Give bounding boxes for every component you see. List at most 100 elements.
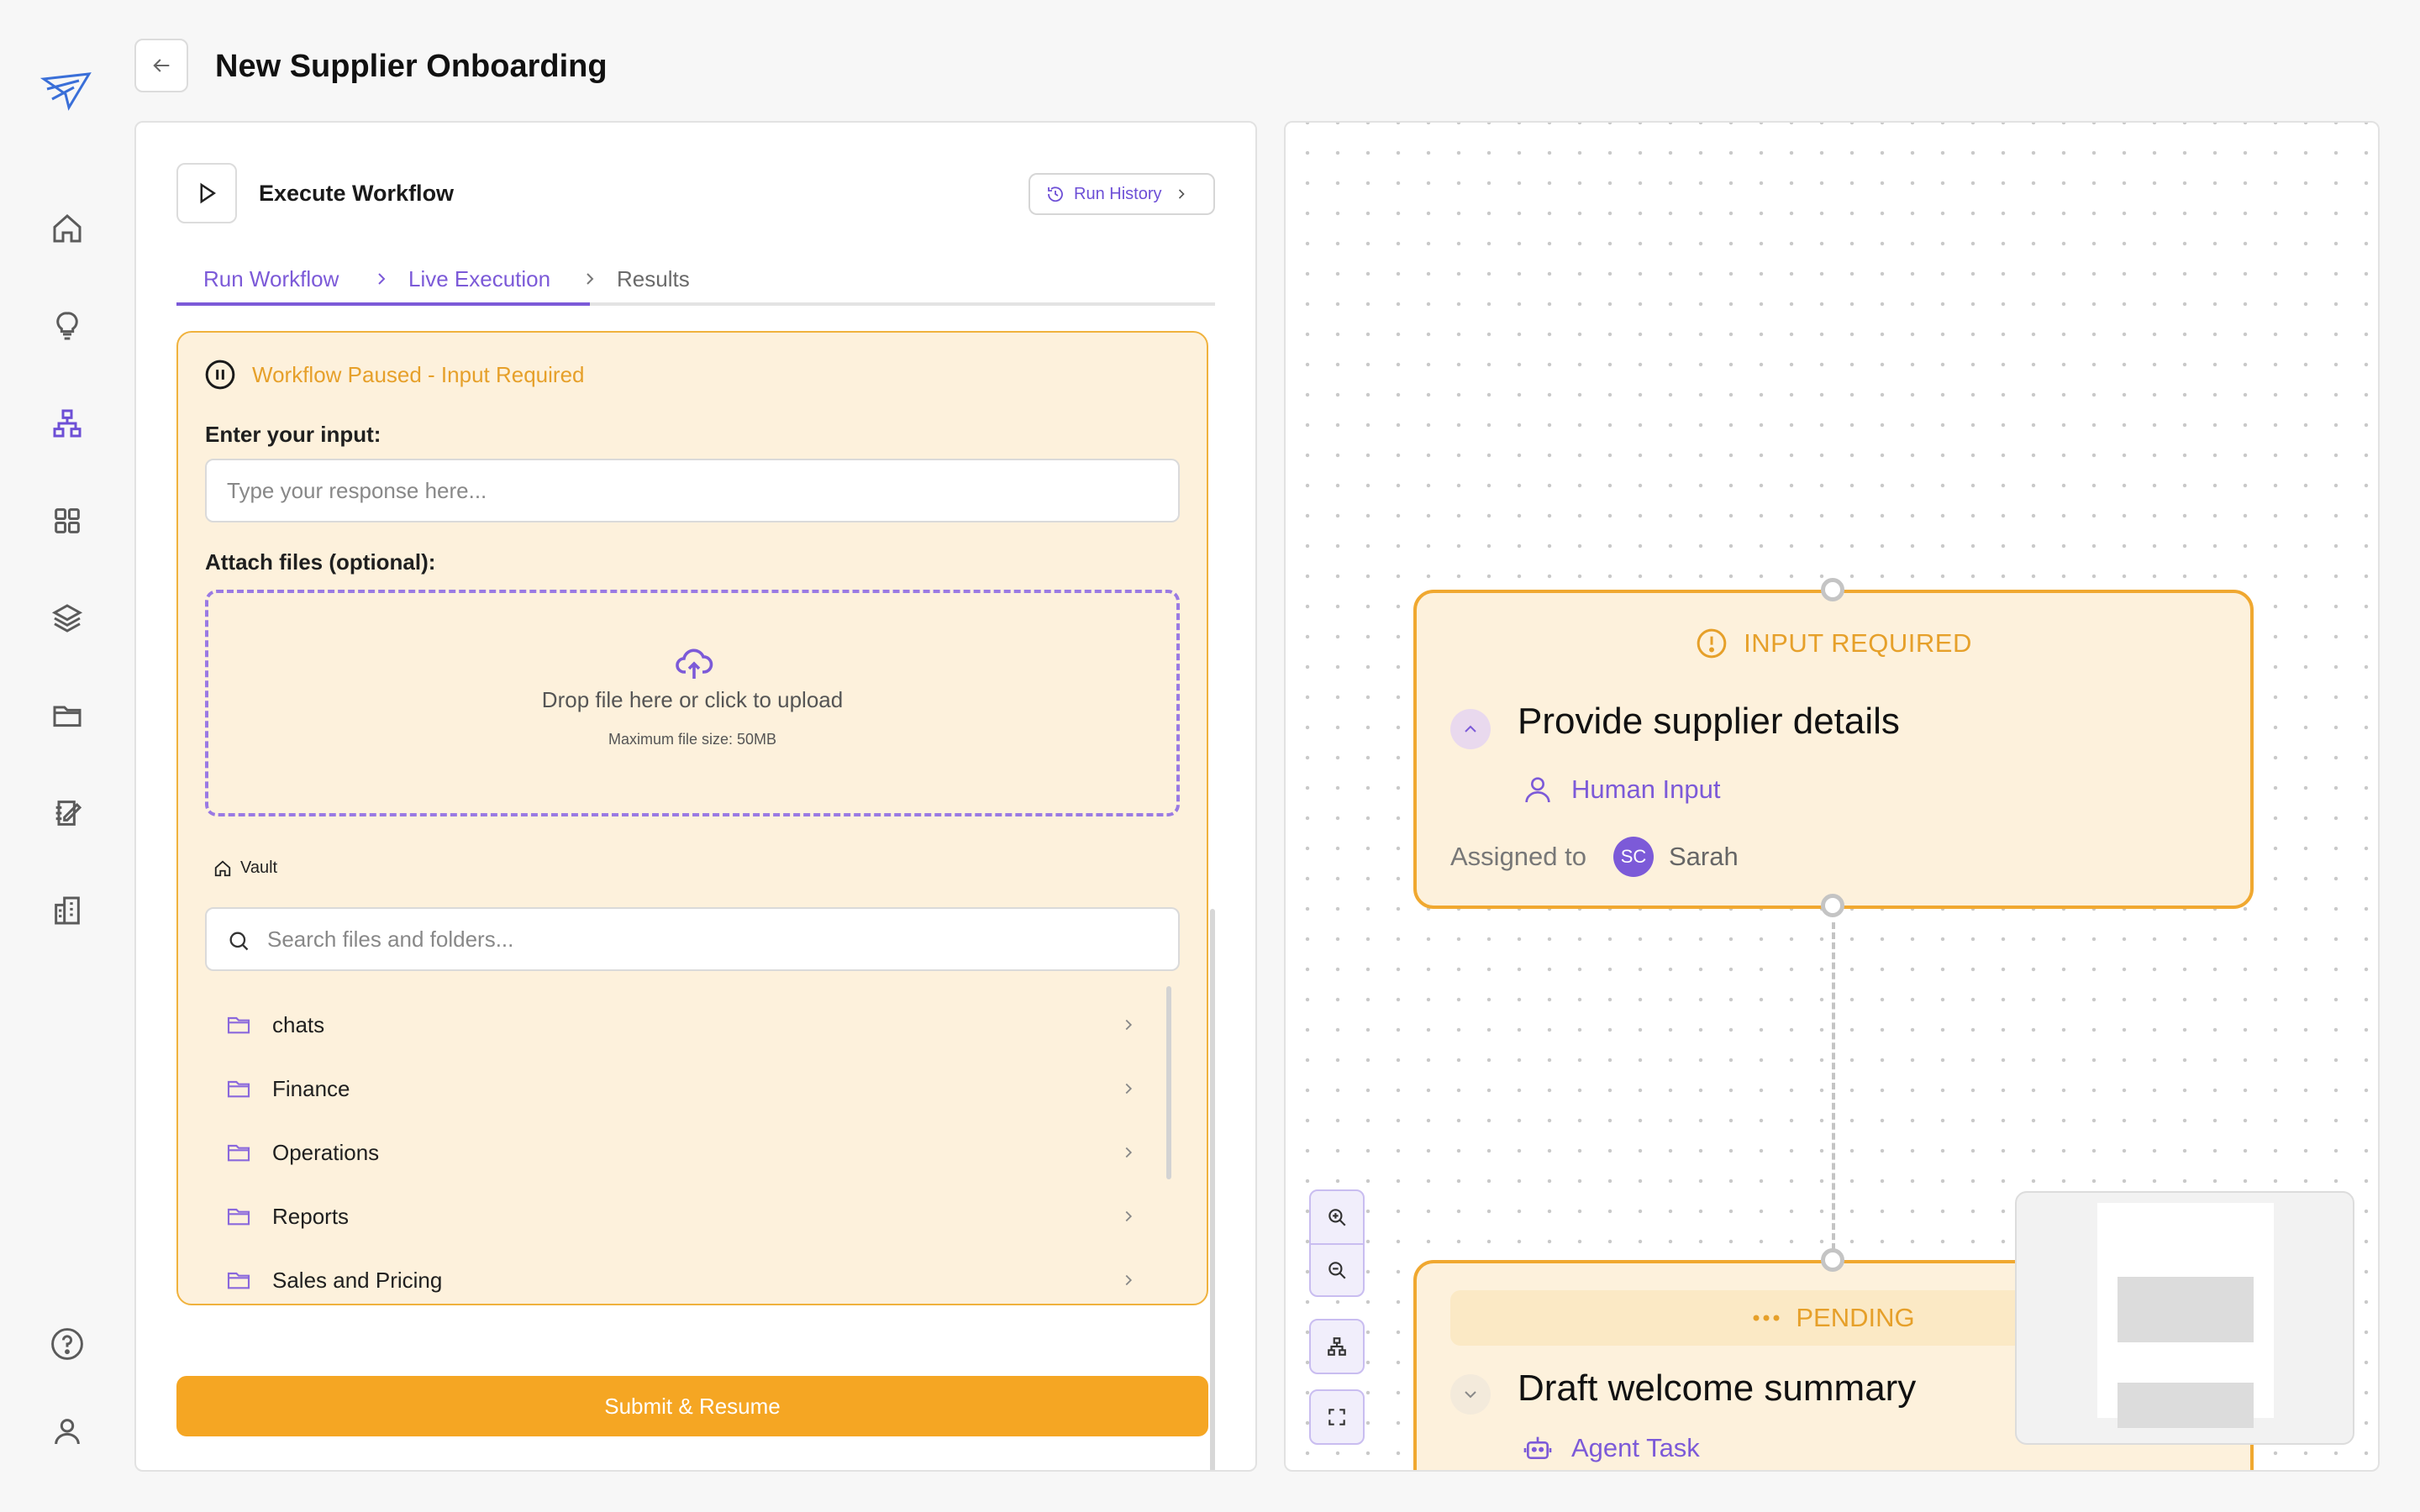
fullscreen-icon bbox=[1328, 1409, 1345, 1425]
node-type-label: Human Input bbox=[1571, 774, 1721, 804]
auto-layout-button[interactable] bbox=[1311, 1320, 1363, 1373]
play-button[interactable] bbox=[176, 163, 237, 223]
robot-icon bbox=[1523, 1436, 1552, 1459]
folder-list-scrollbar[interactable] bbox=[1166, 986, 1171, 1179]
workflow-canvas[interactable]: INPUT REQUIRED Provide supplier details … bbox=[1284, 121, 2380, 1472]
tab-run-workflow[interactable]: Run Workflow bbox=[203, 264, 339, 294]
assigned-label: Assigned to bbox=[1450, 842, 1586, 871]
node-type: Agent Task bbox=[1521, 1431, 1700, 1465]
workflow-node-input-required[interactable]: INPUT REQUIRED Provide supplier details … bbox=[1413, 590, 2254, 909]
alert-circle-icon bbox=[1697, 628, 1727, 659]
node-status-label: INPUT REQUIRED bbox=[1744, 628, 1972, 658]
folder-icon bbox=[227, 1144, 250, 1162]
attach-label: Attach files (optional): bbox=[205, 549, 436, 575]
submit-resume-button[interactable]: Submit & Resume bbox=[176, 1376, 1208, 1436]
folder-label: Operations bbox=[272, 1139, 380, 1165]
list-item[interactable]: Finance bbox=[205, 1057, 1163, 1121]
help-icon[interactable] bbox=[44, 1320, 91, 1368]
notes-icon[interactable] bbox=[44, 790, 91, 837]
fit-controls bbox=[1309, 1389, 1365, 1445]
avatar: SC bbox=[1613, 837, 1654, 877]
node-assignment: Assigned to SC Sarah bbox=[1450, 837, 1739, 877]
layers-icon[interactable] bbox=[44, 595, 91, 642]
node-title: Provide supplier details bbox=[1518, 701, 1900, 742]
canvas-minimap[interactable] bbox=[2015, 1191, 2354, 1445]
execute-panel: Execute Workflow Run History Run Workflo… bbox=[134, 121, 1257, 1472]
chevron-right-icon bbox=[1125, 1210, 1133, 1222]
execute-title: Execute Workflow bbox=[259, 181, 455, 206]
lightbulb-icon[interactable] bbox=[44, 302, 91, 349]
chevron-right-icon bbox=[1125, 1083, 1133, 1095]
folder-icon bbox=[227, 1272, 250, 1289]
zoom-out-button[interactable] bbox=[1311, 1243, 1363, 1295]
chevron-right-icon bbox=[1125, 1147, 1133, 1158]
zoom-in-icon bbox=[1328, 1209, 1346, 1226]
folder-icon bbox=[227, 1016, 250, 1034]
play-icon bbox=[200, 182, 217, 204]
folder-icon bbox=[227, 1208, 250, 1226]
list-item[interactable]: Sales and Pricing bbox=[205, 1248, 1163, 1312]
fit-view-button[interactable] bbox=[1311, 1391, 1363, 1443]
list-item[interactable]: Reports bbox=[205, 1184, 1163, 1248]
step-tabs: Run Workflow Live Execution Results bbox=[176, 257, 1215, 306]
run-history-label: Run History bbox=[1074, 184, 1162, 203]
app-logo[interactable] bbox=[40, 69, 94, 114]
tab-results[interactable]: Results bbox=[617, 264, 690, 294]
home-icon bbox=[214, 860, 231, 876]
file-search-input[interactable]: Search files and folders... bbox=[205, 907, 1180, 971]
folder-label: chats bbox=[272, 1011, 325, 1037]
zoom-in-button[interactable] bbox=[1311, 1191, 1363, 1243]
user-icon bbox=[1525, 777, 1550, 803]
node-handle-bottom[interactable] bbox=[1821, 894, 1844, 917]
folder-icon[interactable] bbox=[44, 692, 91, 739]
node-handle-top[interactable] bbox=[1821, 1248, 1844, 1272]
page-title: New Supplier Onboarding bbox=[215, 49, 608, 84]
run-history-button[interactable]: Run History bbox=[1028, 173, 1215, 215]
search-placeholder: Search files and folders... bbox=[267, 927, 514, 952]
expand-button[interactable] bbox=[1450, 1374, 1491, 1415]
chevron-right-icon bbox=[1125, 1274, 1133, 1286]
paused-input-card: Workflow Paused - Input Required Enter y… bbox=[176, 331, 1208, 1305]
chevron-right-icon bbox=[378, 273, 386, 285]
chevron-up-icon bbox=[1465, 725, 1476, 732]
workflow-icon bbox=[1328, 1337, 1346, 1356]
list-item[interactable]: chats bbox=[205, 993, 1163, 1057]
assignee-name: Sarah bbox=[1669, 842, 1739, 871]
paused-status: Workflow Paused - Input Required bbox=[203, 358, 585, 391]
chevron-right-icon bbox=[1179, 189, 1186, 199]
layout-controls bbox=[1309, 1319, 1365, 1374]
minimap-node bbox=[2118, 1383, 2254, 1428]
minimap-node bbox=[2118, 1277, 2254, 1342]
folder-list: chats Finance Operations Reports Sales a bbox=[205, 993, 1163, 1312]
home-icon[interactable] bbox=[44, 205, 91, 252]
search-icon bbox=[229, 932, 249, 951]
tab-live-execution[interactable]: Live Execution bbox=[408, 264, 550, 294]
active-tab-indicator bbox=[176, 302, 590, 306]
dropzone-text: Drop file here or click to upload bbox=[541, 687, 844, 712]
user-icon[interactable] bbox=[44, 1408, 91, 1455]
node-handle-top[interactable] bbox=[1821, 578, 1844, 601]
input-label: Enter your input: bbox=[205, 422, 381, 447]
more-dots-icon bbox=[1753, 1315, 1780, 1321]
response-input[interactable]: Type your response here... bbox=[205, 459, 1180, 522]
workflow-icon[interactable] bbox=[44, 400, 91, 447]
dropzone-subtext: Maximum file size: 50MB bbox=[608, 731, 777, 748]
upload-cloud-icon bbox=[676, 648, 713, 679]
list-item[interactable]: Operations bbox=[205, 1121, 1163, 1184]
vault-breadcrumb[interactable]: Vault bbox=[213, 858, 277, 878]
collapse-button[interactable] bbox=[1450, 709, 1491, 749]
execute-header: Execute Workflow Run History bbox=[176, 163, 1215, 225]
zoom-controls bbox=[1309, 1189, 1365, 1297]
file-dropzone[interactable]: Drop file here or click to upload Maximu… bbox=[205, 590, 1180, 816]
arrow-left-icon bbox=[153, 59, 170, 72]
panel-scrollbar[interactable] bbox=[1210, 909, 1215, 1470]
building-icon[interactable] bbox=[44, 887, 91, 934]
chevron-right-icon bbox=[587, 273, 594, 285]
back-button[interactable] bbox=[134, 39, 188, 92]
grid-icon[interactable] bbox=[44, 497, 91, 544]
chevron-down-icon bbox=[1465, 1391, 1476, 1399]
node-status: INPUT REQUIRED bbox=[1417, 627, 2250, 660]
history-icon bbox=[1048, 186, 1063, 202]
chevron-right-icon bbox=[1125, 1019, 1133, 1031]
folder-label: Finance bbox=[272, 1075, 350, 1101]
